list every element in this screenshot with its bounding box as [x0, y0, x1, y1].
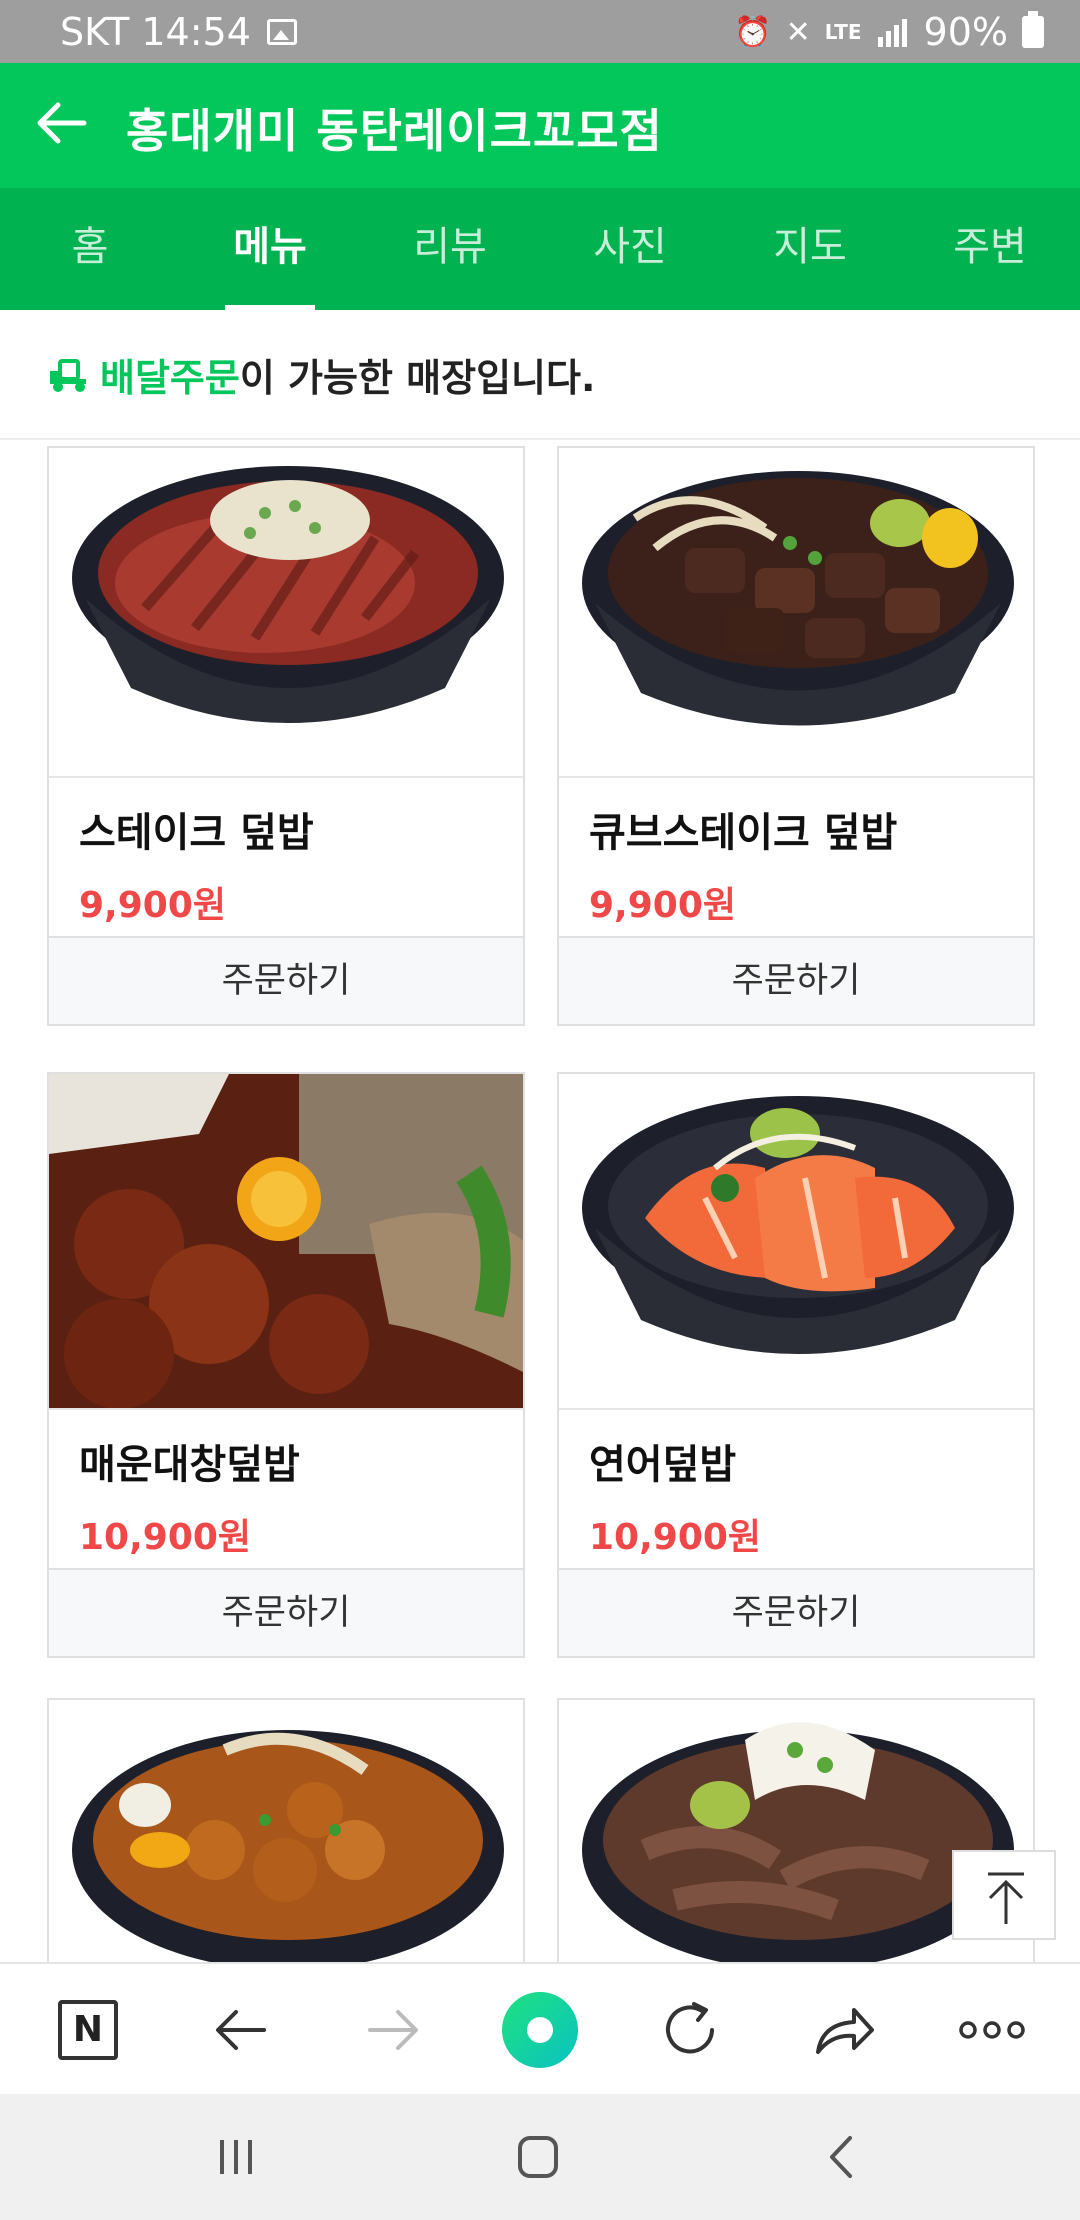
- nav-back-icon[interactable]: [812, 2132, 872, 2182]
- carrier-time: SKT 14:54: [60, 10, 251, 54]
- green-home-icon[interactable]: [502, 1992, 578, 2068]
- tab-photos[interactable]: 사진: [540, 188, 720, 310]
- tab-map[interactable]: 지도: [720, 188, 900, 310]
- recent-apps-icon[interactable]: [206, 2132, 266, 2182]
- menu-info: 큐브스테이크 덮밥 9,900원: [559, 778, 1033, 938]
- battery-percent: 90%: [923, 10, 1008, 54]
- tab-reviews[interactable]: 리뷰: [360, 188, 540, 310]
- order-button[interactable]: 주문하기: [559, 938, 1033, 1024]
- menu-grid: 스테이크 덮밥 9,900원 주문하기 큐브스테이크 덮밥 9,900원 주문하…: [0, 440, 1080, 1962]
- tab-nearby[interactable]: 주변: [900, 188, 1080, 310]
- delivery-text: 이 가능한 매장입니다.: [239, 355, 596, 400]
- order-button[interactable]: 주문하기: [559, 1570, 1033, 1656]
- scroll-top-icon: [988, 1872, 1024, 1924]
- menu-photo-steak[interactable]: [49, 448, 523, 778]
- menu-info: 매운대창덮밥 10,900원: [49, 1410, 523, 1570]
- menu-price: 10,900원: [589, 1517, 762, 1558]
- naver-n-icon[interactable]: N: [50, 1992, 126, 2068]
- home-button-icon[interactable]: [508, 2132, 568, 2182]
- more-icon[interactable]: [954, 1992, 1030, 2068]
- share-icon[interactable]: [804, 1992, 880, 2068]
- refresh-icon[interactable]: [652, 1992, 728, 2068]
- menu-card[interactable]: 스테이크 덮밥 9,900원 주문하기: [47, 446, 525, 1026]
- menu-card[interactable]: 연어덮밥 10,900원 주문하기: [557, 1072, 1035, 1658]
- tab-home[interactable]: 홈: [0, 188, 180, 310]
- menu-card[interactable]: 큐브스테이크 덮밥 9,900원 주문하기: [557, 446, 1035, 1026]
- mute-icon: ✕: [785, 14, 811, 50]
- menu-name: 연어덮밥: [589, 1442, 737, 1488]
- salmon-bowl-image: [582, 1096, 1014, 1354]
- menu-name: 스테이크 덮밥: [79, 810, 314, 856]
- scroll-top-button[interactable]: [952, 1850, 1056, 1940]
- menu-photo-chicken[interactable]: [49, 1700, 523, 1962]
- menu-photo-spicy-daechang[interactable]: [49, 1074, 523, 1410]
- menu-card[interactable]: [47, 1698, 525, 1962]
- spicy-daechang-image: [49, 1074, 523, 1408]
- tab-bar: 홈 메뉴 리뷰 사진 지도 주변: [0, 188, 1080, 310]
- order-button[interactable]: 주문하기: [49, 1570, 523, 1656]
- menu-photo-cube-steak[interactable]: [559, 448, 1033, 778]
- truck-icon: [50, 359, 86, 392]
- browser-toolbar: N: [0, 1962, 1080, 2094]
- menu-price: 9,900원: [79, 885, 226, 926]
- system-nav-bar: [0, 2094, 1080, 2220]
- menu-name: 매운대창덮밥: [79, 1442, 300, 1488]
- menu-info: 스테이크 덮밥 9,900원: [49, 778, 523, 938]
- app-header: 홍대개미 동탄레이크꼬모점: [0, 63, 1080, 188]
- menu-price: 10,900원: [79, 1517, 252, 1558]
- menu-price: 9,900원: [589, 885, 736, 926]
- menu-name: 큐브스테이크 덮밥: [589, 810, 898, 856]
- delivery-highlight: 배달주문: [100, 355, 240, 400]
- cube-steak-bowl-image: [582, 471, 1014, 726]
- delivery-banner: 배달주문 이 가능한 매장입니다.: [0, 310, 1080, 440]
- signal-icon: [877, 19, 907, 47]
- menu-photo-salmon[interactable]: [559, 1074, 1033, 1410]
- network-label: LTE: [824, 20, 862, 44]
- page-title: 홍대개미 동탄레이크꼬모점: [126, 104, 663, 158]
- alarm-icon: ⏰: [734, 14, 772, 50]
- menu-card[interactable]: 매운대창덮밥 10,900원 주문하기: [47, 1072, 525, 1658]
- chicken-bowl-image: [72, 1730, 504, 1962]
- order-button[interactable]: 주문하기: [49, 938, 523, 1024]
- tab-menu[interactable]: 메뉴: [180, 188, 360, 310]
- menu-info: 연어덮밥 10,900원: [559, 1410, 1033, 1570]
- browser-forward-icon[interactable]: [354, 1992, 430, 2068]
- browser-back-icon[interactable]: [204, 1992, 280, 2068]
- status-bar: SKT 14:54 ⏰ ✕ LTE 90%: [0, 0, 1080, 63]
- back-arrow-icon[interactable]: [32, 93, 92, 153]
- steak-bowl-image: [72, 466, 504, 723]
- battery-icon: [1022, 11, 1044, 48]
- image-notification-icon: [266, 19, 297, 45]
